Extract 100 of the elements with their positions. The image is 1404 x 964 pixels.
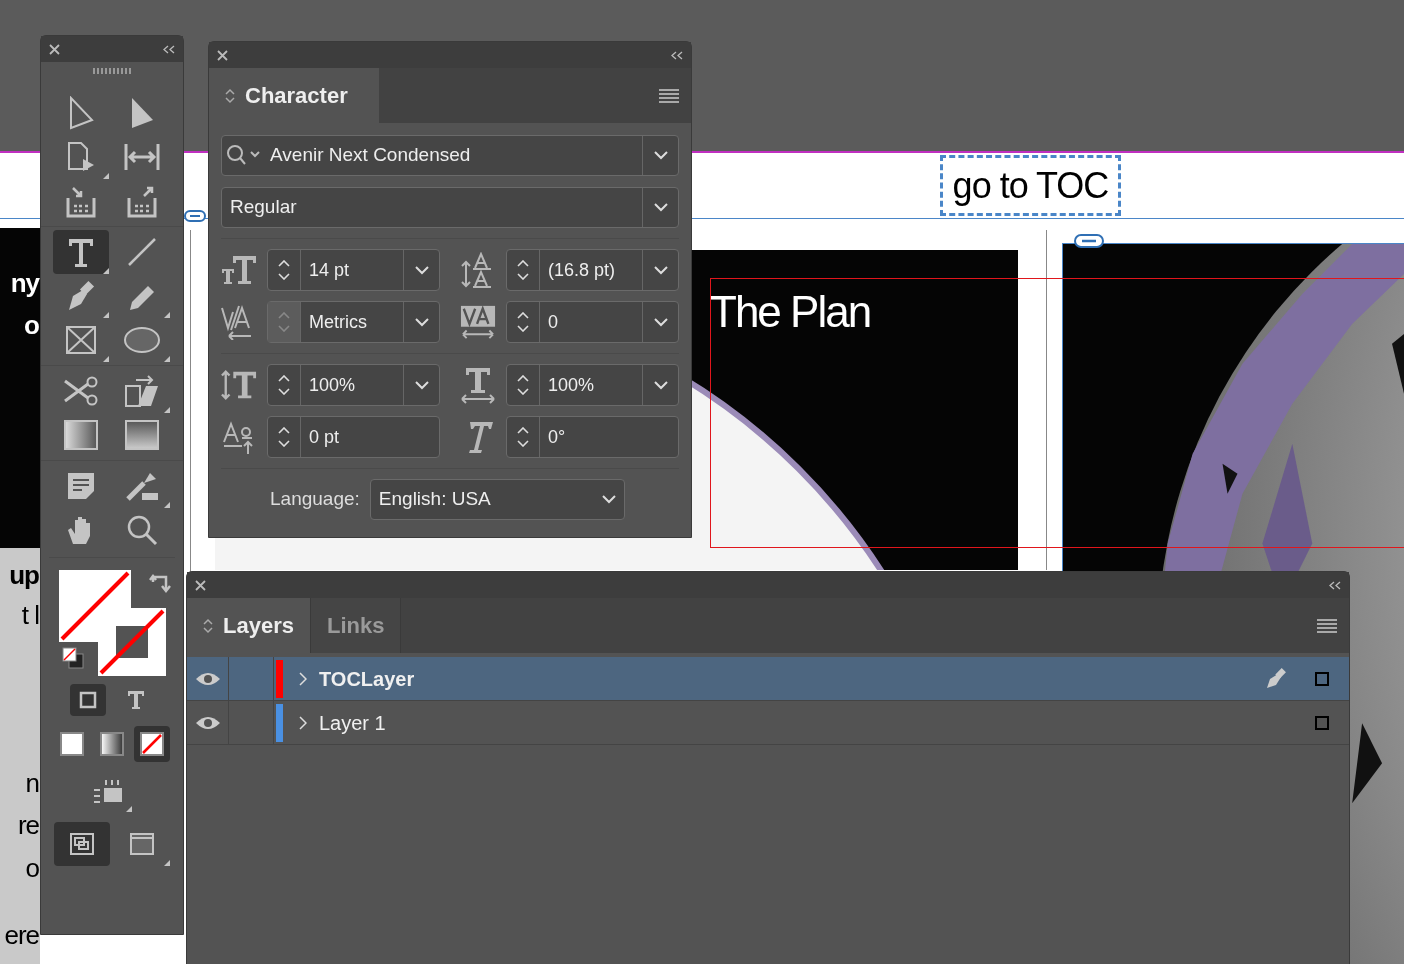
formatting-container-button[interactable] (70, 684, 106, 716)
font-size-icon (221, 254, 257, 286)
close-icon[interactable] (49, 43, 60, 55)
language-label: Language: (270, 487, 360, 512)
step-down-icon (517, 325, 529, 332)
dropdown-chevron-icon (414, 380, 429, 390)
collector-icon (65, 184, 97, 218)
step-down-icon (517, 273, 529, 280)
window-icon (130, 833, 154, 855)
font-family-dropdown[interactable]: Avenir Next Condensed (221, 135, 679, 176)
step-up-icon (278, 312, 290, 319)
stroke-swatch[interactable] (98, 608, 166, 676)
tracking-field[interactable]: 0 (506, 301, 679, 343)
document-text: up (9, 562, 39, 588)
step-up-icon (278, 375, 290, 382)
collapse-icon[interactable] (671, 50, 683, 60)
skew-field[interactable]: 0° (506, 416, 679, 458)
step-up-icon (517, 312, 529, 319)
step-up-icon (517, 375, 529, 382)
dropdown-chevron-icon (653, 203, 668, 212)
step-up-icon (517, 427, 529, 434)
step-down-icon (517, 388, 529, 395)
hscale-field[interactable]: 100% (506, 364, 679, 406)
dropdown-chevron-icon (653, 265, 668, 275)
up-down-icon (203, 617, 213, 634)
step-down-icon (517, 440, 529, 447)
close-icon[interactable] (195, 579, 206, 591)
document-text: ere (4, 922, 39, 948)
default-colors-icon[interactable] (61, 646, 85, 670)
page-icon (66, 141, 96, 173)
panel-tab[interactable]: Character (209, 68, 379, 123)
step-down-icon (278, 273, 290, 280)
size-field[interactable]: 14 pt (267, 249, 440, 291)
expand-chevron-icon[interactable] (299, 715, 307, 730)
corner-triangle-icon (103, 356, 109, 362)
menu-icon[interactable] (659, 88, 679, 103)
swatch-icon (60, 732, 84, 756)
apply-none-button[interactable] (134, 726, 170, 762)
document-text: ny (10, 270, 39, 296)
square-icon (79, 691, 97, 709)
link-icon (1074, 234, 1104, 248)
vscale-field[interactable]: 100% (267, 364, 440, 406)
close-icon[interactable] (217, 49, 228, 61)
step-down-icon (278, 388, 290, 395)
dropdown-chevron-icon (414, 317, 429, 327)
corner-triangle-icon (164, 356, 170, 362)
swatch-icon (140, 732, 164, 756)
corner-triangle-icon (164, 502, 170, 508)
placer-icon (126, 184, 158, 218)
panel-tab[interactable]: Layers (187, 598, 311, 653)
selection-square[interactable] (1315, 671, 1329, 686)
link-button[interactable]: go to TOC (940, 155, 1121, 216)
zoom-icon (126, 514, 158, 546)
link-icon (184, 210, 206, 222)
step-up-icon (278, 427, 290, 434)
gradient-swatch-icon (64, 420, 98, 450)
expand-chevron-icon[interactable] (299, 671, 307, 686)
note-icon (66, 471, 96, 501)
step-down-icon (278, 440, 290, 447)
baseline-field[interactable]: 0 pt (267, 416, 440, 458)
overlapping-windows-icon (70, 833, 94, 855)
document-text: o (24, 312, 39, 338)
leading-field[interactable]: (16.8 pt) (506, 249, 679, 291)
swatch-icon (100, 732, 124, 756)
step-up-icon (278, 260, 290, 267)
language-dropdown[interactable]: English: USA (369, 479, 625, 520)
dropdown-chevron-icon (414, 265, 429, 275)
font-style-dropdown[interactable]: Regular (221, 187, 679, 228)
dropdown-chevron-icon (653, 380, 668, 390)
corner-triangle-icon (164, 860, 170, 866)
corner-triangle-icon (103, 268, 109, 274)
line-icon (126, 236, 158, 268)
document-text: n (25, 770, 39, 796)
document-text: re (17, 812, 39, 838)
eye-icon[interactable] (194, 670, 221, 687)
direct-select-arrow-icon (67, 96, 95, 130)
ellipse-icon (123, 326, 161, 354)
scissors-icon (63, 375, 99, 407)
eye-icon[interactable] (194, 714, 221, 731)
gap-icon (123, 142, 161, 172)
gradient-feather-icon (125, 420, 159, 450)
normal-view-button[interactable] (54, 822, 110, 866)
corner-triangle-icon (164, 312, 170, 318)
dropdown-chevron-icon (653, 317, 668, 327)
heading-text: The Plan (710, 290, 871, 334)
tracking-icon (460, 304, 496, 340)
grip-icon (93, 68, 131, 74)
collapse-icon[interactable] (163, 44, 175, 54)
dropdown-chevron-icon (601, 495, 616, 504)
menu-icon[interactable] (1317, 618, 1337, 633)
collapse-icon[interactable] (1329, 580, 1341, 590)
selection-square[interactable] (1315, 715, 1329, 730)
layer-row[interactable]: TOCLayer (187, 657, 1349, 701)
vertical-scale-icon (221, 369, 257, 401)
step-up-icon (517, 260, 529, 267)
swap-arrows-icon[interactable] (149, 572, 171, 594)
layer-row[interactable]: Layer 1 (187, 701, 1349, 745)
dropdown-chevron-icon (653, 151, 668, 160)
type-tool-button[interactable] (53, 230, 109, 274)
rectangle-frame-icon (65, 325, 97, 355)
